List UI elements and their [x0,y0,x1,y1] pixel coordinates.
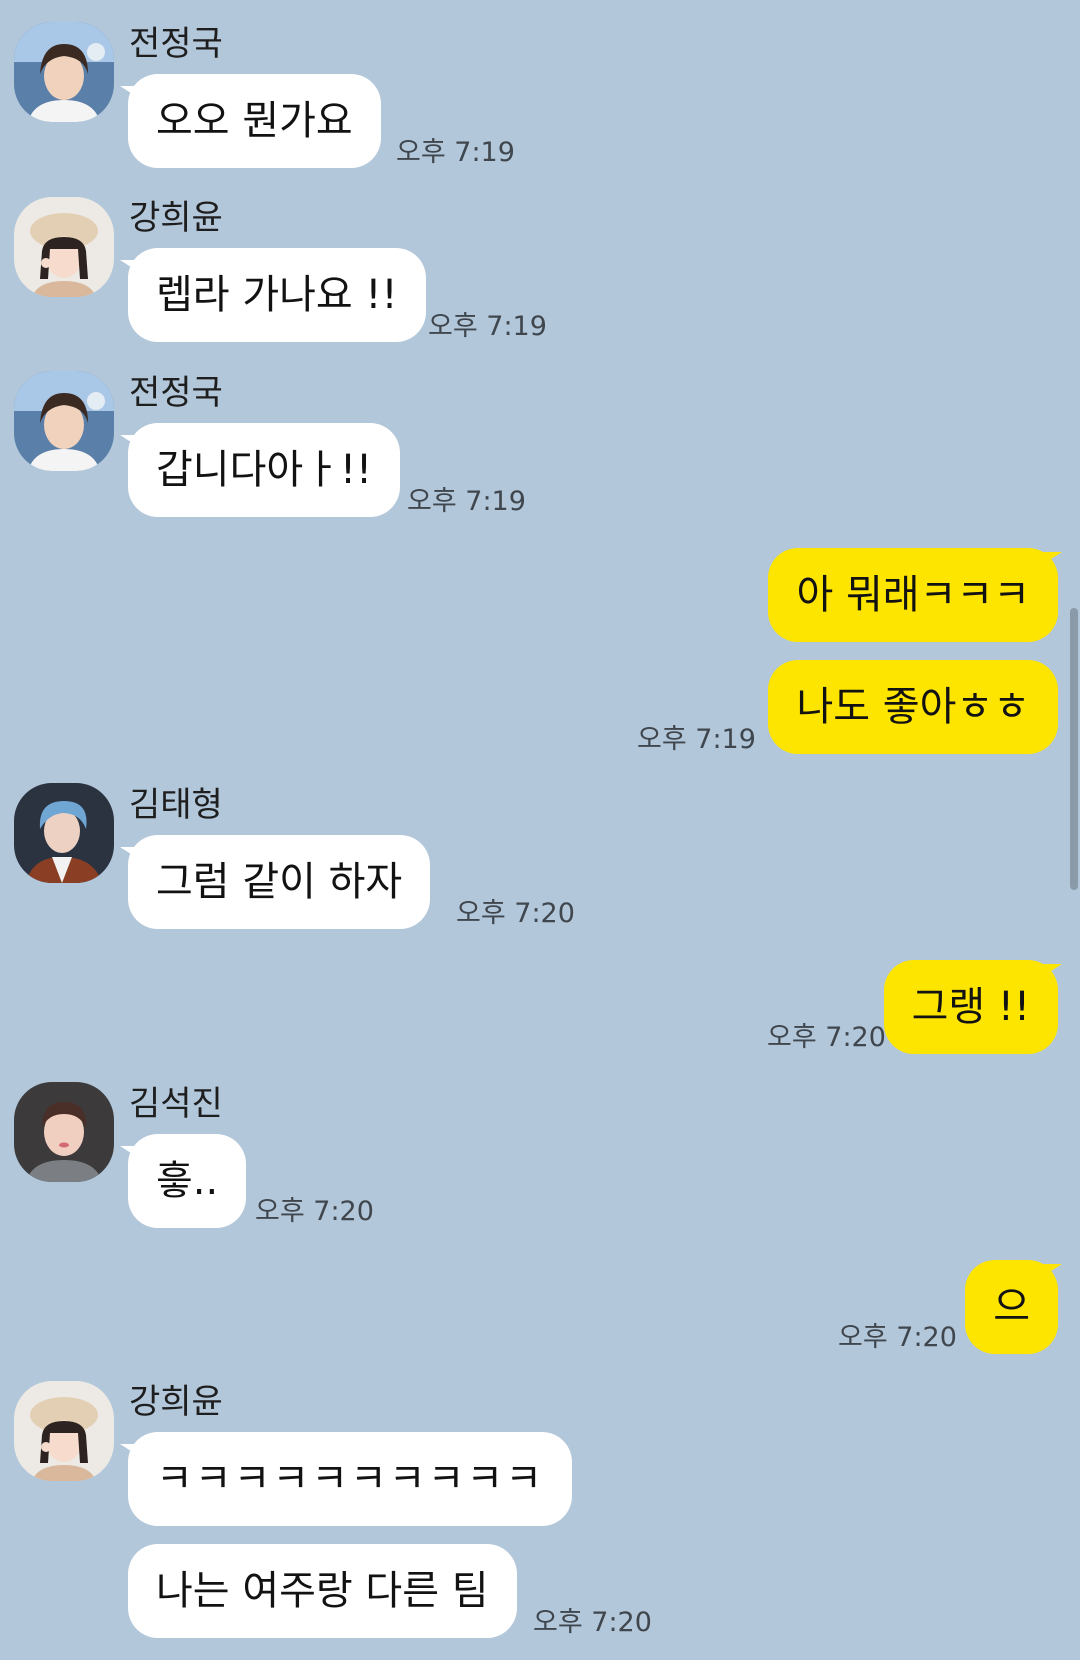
avatar-kim-taehyung[interactable] [14,783,114,883]
avatar-kang-heeyun[interactable] [14,1381,114,1481]
message-time: 오후 7:19 [428,311,547,342]
sender-name: 전정국 [129,24,223,64]
chat-message-list[interactable]: 전정국 오오 뭔가요 오후 7:19 강희윤 렙라 가나요 !! 오후 7:19… [0,0,1080,1660]
message-bubble-mine[interactable]: 으 [965,1260,1058,1354]
message-bubble[interactable]: 나는 여주랑 다른 팀 [128,1544,517,1638]
avatar-jeon-jeongguk[interactable] [14,371,114,471]
message-bubble[interactable]: 오오 뭔가요 [128,74,381,168]
message-bubble[interactable]: ㅋㅋㅋㅋㅋㅋㅋㅋㅋㅋ [128,1432,572,1526]
message-time: 오후 7:20 [533,1607,652,1638]
message-time: 오후 7:19 [637,724,756,755]
message-time: 오후 7:19 [407,486,526,517]
avatar-kim-seokjin[interactable] [14,1082,114,1182]
sender-name: 강희윤 [129,198,223,238]
message-bubble-mine[interactable]: 그랭 !! [883,960,1058,1054]
avatar-kang-heeyun[interactable] [14,197,114,297]
sender-name: 강희윤 [129,1382,223,1422]
sender-name: 전정국 [129,373,223,413]
avatar-jeon-jeongguk[interactable] [14,22,114,122]
message-bubble[interactable]: 흫.. [128,1134,247,1228]
sender-name: 김석진 [129,1084,223,1124]
message-time: 오후 7:20 [767,1022,886,1053]
message-bubble-mine[interactable]: 나도 좋아ㅎㅎ [768,660,1058,754]
message-time: 오후 7:20 [838,1322,957,1353]
scrollbar[interactable] [1070,608,1078,890]
message-bubble[interactable]: 갑니다아ㅏ!! [128,423,401,517]
message-time: 오후 7:20 [456,898,575,929]
message-bubble[interactable]: 그럼 같이 하자 [128,835,431,929]
message-bubble-mine[interactable]: 아 뭐래ㅋㅋㅋ [768,548,1058,642]
sender-name: 김태형 [129,785,223,825]
message-time: 오후 7:20 [255,1196,374,1227]
message-time: 오후 7:19 [396,137,515,168]
message-bubble[interactable]: 렙라 가나요 !! [128,248,426,342]
